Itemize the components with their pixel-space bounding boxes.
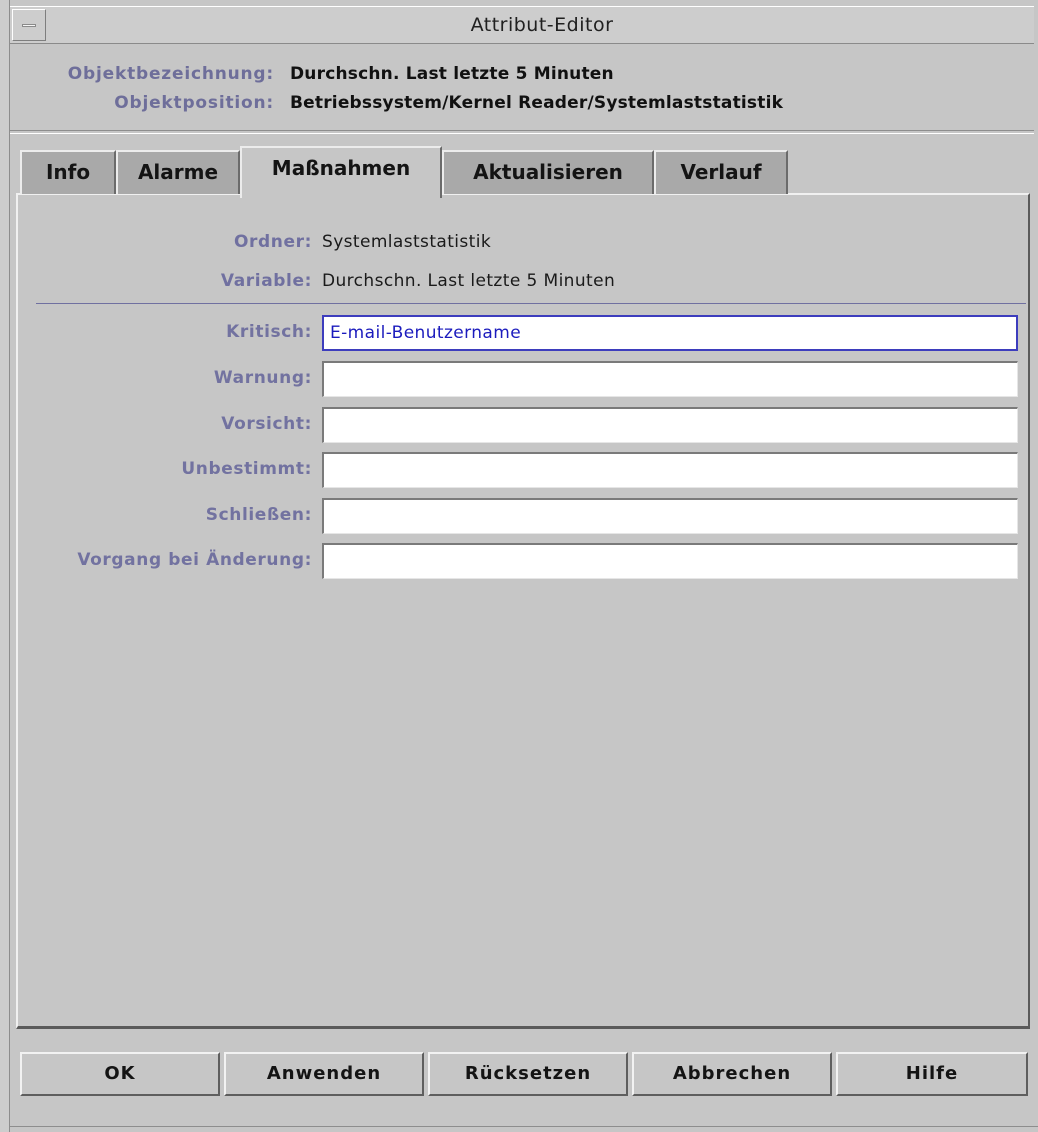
ok-button[interactable]: OK [20,1052,220,1096]
tab-verlauf[interactable]: Verlauf [654,150,788,194]
critical-action-field[interactable] [322,315,1018,351]
caution-label: Vorsicht: [221,414,312,434]
title-bar[interactable]: Attribut-Editor [10,6,1034,44]
header-divider [10,130,1034,134]
indeterminate-label: Unbestimmt: [181,459,312,479]
on-change-label: Vorgang bei Änderung: [77,550,312,570]
window-menu-icon [22,24,36,27]
warning-action-field[interactable] [322,361,1018,397]
variable-value: Durchschn. Last letzte 5 Minuten [322,271,616,291]
folder-value: Systemlaststatistik [322,232,492,252]
window-title: Attribut-Editor [470,14,614,36]
critical-label: Kritisch: [226,322,312,342]
tab-massnahmen[interactable]: Maßnahmen [240,146,442,198]
tab-alarme[interactable]: Alarme [116,150,240,194]
window-frame-left [0,0,10,1132]
caution-action-field[interactable] [322,407,1018,443]
cancel-button[interactable]: Abbrechen [632,1052,832,1096]
on-change-action-field[interactable] [322,543,1018,579]
reset-button[interactable]: Rücksetzen [428,1052,628,1096]
folder-label: Ordner: [233,232,312,252]
indeterminate-action-field[interactable] [322,452,1018,488]
tab-info[interactable]: Info [20,150,116,194]
variable-label: Variable: [220,271,312,291]
window-bottom-edge [10,1126,1038,1127]
window-menu-button[interactable] [12,9,46,41]
warning-label: Warnung: [213,368,312,388]
button-bar: OK Anwenden Rücksetzen Abbrechen Hilfe [12,1040,1034,1110]
help-button[interactable]: Hilfe [836,1052,1028,1096]
panel-divider [36,303,1026,304]
object-position-label: Objektposition: [114,93,274,113]
object-position-value: Betriebssystem/Kernel Reader/Systemlasts… [290,93,784,113]
object-name-value: Durchschn. Last letzte 5 Minuten [290,64,614,84]
tab-aktualisieren[interactable]: Aktualisieren [442,150,654,194]
apply-button[interactable]: Anwenden [224,1052,424,1096]
close-label: Schließen: [205,505,312,525]
close-action-field[interactable] [322,498,1018,534]
attribute-editor-window: Attribut-Editor Objektbezeichnung: Durch… [0,0,1038,1132]
object-name-label: Objektbezeichnung: [67,64,274,84]
